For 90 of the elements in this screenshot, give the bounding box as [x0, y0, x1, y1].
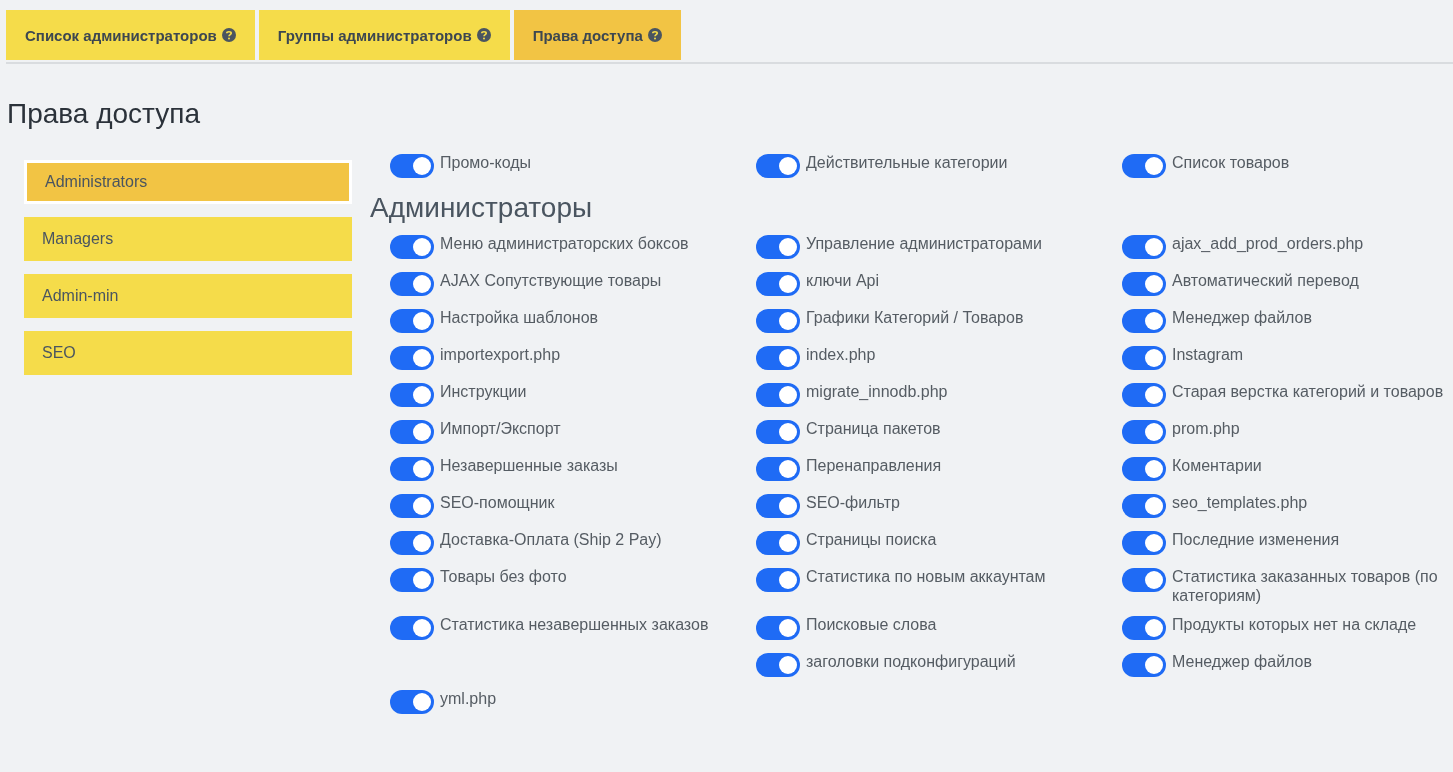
toggle-switch[interactable]	[390, 154, 434, 178]
permission-label: Настройка шаблонов	[440, 308, 599, 327]
toggle-switch[interactable]	[756, 383, 800, 407]
toggle-switch[interactable]	[390, 690, 434, 714]
group-item[interactable]: Managers	[24, 217, 352, 261]
permission-label: Перенаправления	[806, 456, 942, 475]
permission-label: Графики Категорий / Товаров	[806, 308, 1024, 327]
permission-label: Коментарии	[1172, 456, 1262, 475]
toggle-switch[interactable]	[390, 457, 434, 481]
toggle-switch[interactable]	[390, 616, 434, 640]
permission-label: Последние изменения	[1172, 530, 1340, 549]
tab[interactable]: Права доступа	[513, 10, 681, 60]
permission-label: Старая верстка категорий и товаров	[1172, 382, 1444, 401]
tab[interactable]: Список администраторов	[6, 10, 255, 60]
group-item[interactable]: Admin-min	[24, 274, 352, 318]
permission-label: Незавершенные заказы	[440, 456, 618, 475]
toggle-switch[interactable]	[1122, 383, 1166, 407]
permission-label: Доставка-Оплата (Ship 2 Pay)	[440, 530, 662, 549]
toggle-switch[interactable]	[390, 568, 434, 592]
permission-label: Менеджер файлов	[1172, 652, 1312, 671]
toggle-switch[interactable]	[1122, 568, 1166, 592]
toggle-switch[interactable]	[390, 531, 434, 555]
permission-label: Инструкции	[440, 382, 527, 401]
toggle-switch[interactable]	[756, 272, 800, 296]
toggle-switch[interactable]	[1122, 457, 1166, 481]
toggle-switch[interactable]	[756, 346, 800, 370]
permission-label: index.php	[806, 345, 876, 364]
toggle-switch[interactable]	[1122, 616, 1166, 640]
group-item[interactable]: Administrators	[24, 160, 352, 204]
permission-label: Страница пакетов	[806, 419, 941, 438]
permission-label: prom.php	[1172, 419, 1240, 438]
toggle-switch[interactable]	[756, 154, 800, 178]
page-title: Права доступа	[7, 98, 201, 130]
permission-label: Продукты которых нет на складе	[1172, 615, 1417, 634]
permission-label: Управление администраторами	[806, 234, 1042, 253]
toggle-switch[interactable]	[1122, 346, 1166, 370]
toggle-switch[interactable]	[390, 420, 434, 444]
permission-label: заголовки подконфигураций	[806, 652, 1016, 671]
permission-label: Промо-коды	[440, 153, 532, 172]
tab[interactable]: Группы администраторов	[258, 10, 510, 60]
help-icon	[647, 28, 662, 42]
toggle-switch[interactable]	[1122, 272, 1166, 296]
toggle-switch[interactable]	[1122, 494, 1166, 518]
toggle-switch[interactable]	[756, 531, 800, 555]
toggle-switch[interactable]	[1122, 653, 1166, 677]
toggle-switch[interactable]	[756, 568, 800, 592]
toggle-switch[interactable]	[756, 494, 800, 518]
toggle-switch[interactable]	[1122, 531, 1166, 555]
toggle-switch[interactable]	[756, 457, 800, 481]
permission-label: Автоматический перевод	[1172, 271, 1359, 290]
permission-label: Действительные категории	[806, 153, 1008, 172]
permission-label: Товары без фото	[440, 567, 567, 586]
toggle-switch[interactable]	[1122, 309, 1166, 333]
permission-label: Список товаров	[1172, 153, 1290, 172]
section-heading: Администраторы	[370, 192, 594, 224]
toggle-switch[interactable]	[756, 653, 800, 677]
permission-label: Импорт/Экспорт	[440, 419, 561, 438]
permission-label: Страницы поиска	[806, 530, 937, 549]
toggle-switch[interactable]	[390, 309, 434, 333]
permission-label: Статистика заказанных товаров (по категориям)	[1172, 567, 1439, 605]
permission-label: Instagram	[1172, 345, 1244, 364]
toggle-switch[interactable]	[390, 383, 434, 407]
group-item[interactable]: SEO	[24, 331, 352, 375]
toggle-switch[interactable]	[1122, 154, 1166, 178]
permission-label: SEO-фильтр	[806, 493, 900, 512]
toggle-switch[interactable]	[756, 420, 800, 444]
permission-label: Поисковые слова	[806, 615, 937, 634]
permission-label: ajax_add_prod_orders.php	[1172, 234, 1364, 253]
help-icon	[476, 28, 491, 42]
permission-label: Меню администраторских боксов	[440, 234, 689, 253]
permission-label: migrate_innodb.php	[806, 382, 948, 401]
toggle-switch[interactable]	[756, 616, 800, 640]
permission-label: AJAX Сопутствующие товары	[440, 271, 662, 290]
toggle-switch[interactable]	[1122, 235, 1166, 259]
permission-label: importexport.php	[440, 345, 561, 364]
permission-label: Менеджер файлов	[1172, 308, 1312, 327]
toggle-switch[interactable]	[1122, 420, 1166, 444]
toggle-switch[interactable]	[756, 309, 800, 333]
permission-label: SEO-помощник	[440, 493, 555, 512]
toggle-switch[interactable]	[390, 346, 434, 370]
toggle-switch[interactable]	[390, 235, 434, 259]
toggle-switch[interactable]	[756, 235, 800, 259]
permission-label: yml.php	[440, 689, 497, 708]
permission-label: ключи Api	[806, 271, 879, 290]
permission-label: Статистика по новым аккаунтам	[806, 567, 1046, 586]
permission-label: seo_templates.php	[1172, 493, 1308, 512]
permission-label: Статистика незавершенных заказов	[440, 615, 709, 634]
toggle-switch[interactable]	[390, 494, 434, 518]
toggle-switch[interactable]	[390, 272, 434, 296]
help-icon	[221, 28, 236, 42]
